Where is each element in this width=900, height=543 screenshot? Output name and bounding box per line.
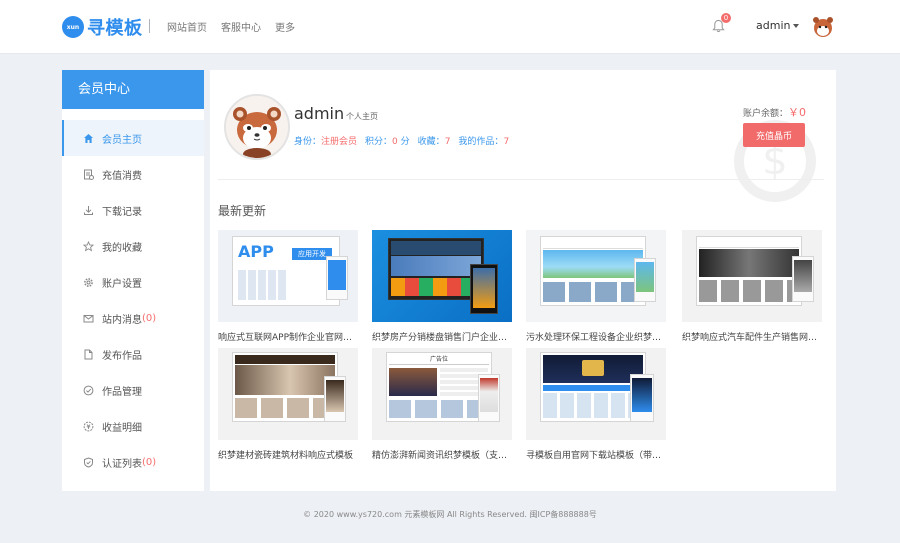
check-circle-icon: [82, 384, 94, 396]
mail-icon: [82, 312, 94, 324]
avatar[interactable]: [812, 15, 834, 39]
top-nav: 网站首页 客服中心 更多: [167, 19, 295, 34]
template-thumbnail: [218, 348, 358, 440]
points-stat: 积分：0 分: [365, 137, 410, 147]
identity-stat: 身份：注册会员: [294, 137, 358, 147]
profile-avatar[interactable]: [224, 94, 290, 160]
template-thumbnail: APP 应用开发: [218, 230, 358, 322]
sidebar-item-publish[interactable]: 发布作品: [62, 336, 204, 372]
template-title[interactable]: 响应式互联网APP制作企业官网织梦模板: [218, 330, 358, 343]
logo-text: 寻模板: [87, 18, 143, 39]
sidebar-item-label: 下载记录: [102, 206, 142, 218]
receipt-icon: [82, 168, 94, 180]
home-icon: [82, 132, 94, 144]
sidebar-item-label: 发布作品: [102, 350, 142, 362]
account-balance: 账户余额：￥0: [743, 106, 807, 119]
template-title[interactable]: 精仿澎湃新闻资讯织梦模板（支持移动...: [372, 448, 512, 461]
document-icon: [82, 348, 94, 360]
nav-more[interactable]: 更多: [275, 19, 295, 34]
username-label: admin: [756, 19, 791, 32]
chevron-down-icon: [793, 23, 800, 28]
member-sidebar: 会员中心 会员主页 充值消费 下载记录 我的收藏 账户设置 站内消息(0) 发布…: [62, 70, 204, 491]
template-thumbnail: [526, 230, 666, 322]
template-title[interactable]: 织梦建材瓷砖建筑材料响应式模板: [218, 448, 358, 461]
sidebar-item-label: 账户设置: [102, 278, 142, 290]
sidebar-item-label: 认证列表: [102, 458, 142, 470]
sidebar-item-label: 作品管理: [102, 386, 142, 398]
notification-badge: 0: [721, 13, 731, 23]
template-card[interactable]: 污水处理环保工程设备企业织梦模板(带...: [526, 230, 666, 343]
template-thumbnail: [372, 230, 512, 322]
section-divider: [218, 179, 824, 180]
favorites-stat: 收藏：7: [417, 137, 451, 147]
template-thumbnail: [682, 230, 822, 322]
header-divider: [149, 19, 150, 33]
sidebar-item-certification[interactable]: 认证列表 (0): [62, 444, 204, 480]
sidebar-item-settings[interactable]: 账户设置: [62, 264, 204, 300]
user-dropdown[interactable]: admin: [756, 19, 800, 32]
template-title[interactable]: 污水处理环保工程设备企业织梦模板(带...: [526, 330, 666, 343]
latest-updates-title: 最新更新: [218, 204, 267, 218]
personal-homepage-link[interactable]: 个人主页: [346, 111, 378, 122]
sidebar-item-recharge[interactable]: 充值消费: [62, 156, 204, 192]
nav-home[interactable]: 网站首页: [167, 19, 207, 34]
template-title[interactable]: 织梦房产分销楼盘销售门户企业模板(带...: [372, 330, 512, 343]
template-card[interactable]: 寻模板自用官网下载站模板（带会员中...: [526, 348, 666, 461]
sidebar-title: 会员中心: [62, 70, 204, 109]
template-card[interactable]: 广告位 精仿澎湃新闻资讯织梦模板（支持移动...: [372, 348, 512, 461]
template-thumbnail: 广告位: [372, 348, 512, 440]
sidebar-item-label: 站内消息: [102, 314, 142, 326]
template-card[interactable]: 织梦房产分销楼盘销售门户企业模板(带...: [372, 230, 512, 343]
money-icon: [82, 420, 94, 432]
site-logo[interactable]: xun 寻模板: [62, 14, 143, 40]
download-icon: [82, 204, 94, 216]
template-card[interactable]: 织梦建材瓷砖建筑材料响应式模板: [218, 348, 358, 461]
sidebar-item-messages[interactable]: 站内消息 (0): [62, 300, 204, 336]
sidebar-item-home[interactable]: 会员主页: [62, 120, 204, 156]
sidebar-item-favorites[interactable]: 我的收藏: [62, 228, 204, 264]
recharge-button[interactable]: 充值晶币: [743, 123, 805, 147]
template-title[interactable]: 织梦响应式汽车配件生产销售网站模板: [682, 330, 822, 343]
template-thumbnail: [526, 348, 666, 440]
red-panda-avatar-icon: [226, 96, 288, 158]
logo-badge: xun: [62, 16, 84, 38]
template-card[interactable]: APP 应用开发 响应式互联网APP制作企业官网织梦模板: [218, 230, 358, 343]
sidebar-item-label: 充值消费: [102, 170, 142, 182]
template-title[interactable]: 寻模板自用官网下载站模板（带会员中...: [526, 448, 666, 461]
certification-count: (0): [142, 456, 157, 468]
message-count: (0): [142, 312, 157, 324]
thumbnail-ad-label: 广告位: [389, 355, 489, 365]
sidebar-item-label: 收益明细: [102, 422, 142, 434]
main-panel: admin 个人主页 身份：注册会员 积分：0 分 收藏：7 我的作品：7 $ …: [210, 70, 836, 491]
nav-support[interactable]: 客服中心: [221, 19, 261, 34]
profile-stats: 身份：注册会员 积分：0 分 收藏：7 我的作品：7: [294, 134, 509, 147]
sidebar-item-downloads[interactable]: 下载记录: [62, 192, 204, 228]
gear-icon: [82, 276, 94, 288]
sidebar-item-manage[interactable]: 作品管理: [62, 372, 204, 408]
works-stat: 我的作品：7: [458, 137, 510, 147]
sidebar-item-earnings[interactable]: 收益明细: [62, 408, 204, 444]
template-card[interactable]: 织梦响应式汽车配件生产销售网站模板: [682, 230, 822, 343]
profile-name: admin: [294, 104, 345, 123]
sidebar-item-label: 我的收藏: [102, 242, 142, 254]
footer-copyright: © 2020 www.ys720.com 元素模板网 All Rights Re…: [303, 510, 597, 519]
star-icon: [82, 240, 94, 252]
shield-icon: [82, 456, 94, 468]
thumbnail-headline: APP: [238, 242, 274, 261]
top-header: xun 寻模板 网站首页 客服中心 更多 0 admin: [0, 0, 900, 54]
sidebar-item-label: 会员主页: [102, 134, 142, 146]
